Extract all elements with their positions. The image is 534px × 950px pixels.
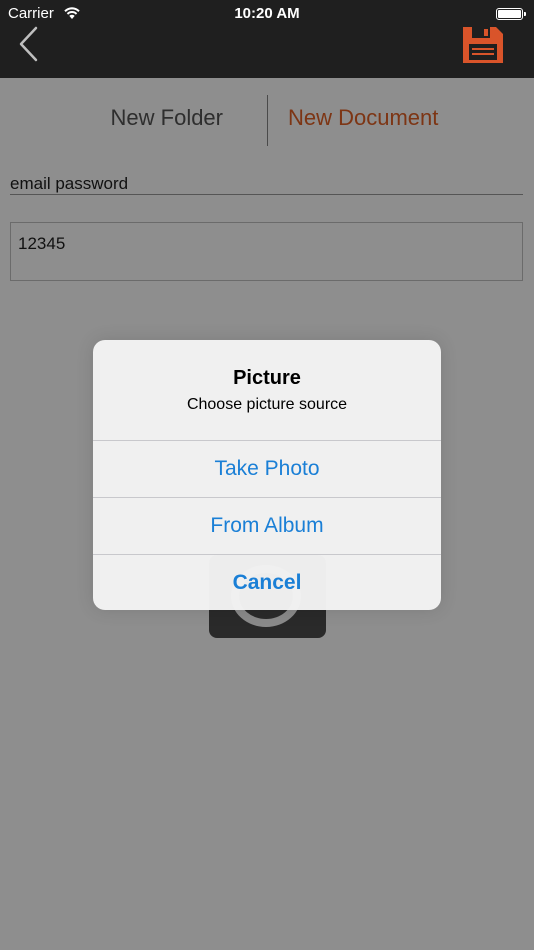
back-button[interactable] xyxy=(14,24,44,64)
document-body-field[interactable]: 12345 xyxy=(10,222,523,281)
chevron-left-icon xyxy=(19,26,38,62)
from-album-button[interactable]: From Album xyxy=(93,497,441,553)
document-title-field[interactable]: email password xyxy=(10,174,523,195)
alert-message: Choose picture source xyxy=(186,396,348,413)
battery-icon xyxy=(496,8,526,20)
top-bar: Carrier 10:20 AM xyxy=(0,0,534,78)
take-photo-button[interactable]: Take Photo xyxy=(93,440,441,496)
status-bar: Carrier 10:20 AM xyxy=(0,0,534,28)
alert-title: Picture xyxy=(233,367,301,389)
segmented-control: New Folder New Document xyxy=(0,95,534,147)
save-button[interactable] xyxy=(460,24,506,66)
picture-source-alert: Picture Choose picture source Take Photo… xyxy=(93,340,441,610)
floppy-disk-icon xyxy=(463,27,503,63)
cancel-button[interactable]: Cancel xyxy=(93,554,441,610)
tab-new-document[interactable]: New Document xyxy=(268,105,534,131)
status-time: 10:20 AM xyxy=(234,5,300,22)
alert-header: Picture Choose picture source xyxy=(93,340,441,440)
tab-new-folder[interactable]: New Folder xyxy=(0,105,267,131)
